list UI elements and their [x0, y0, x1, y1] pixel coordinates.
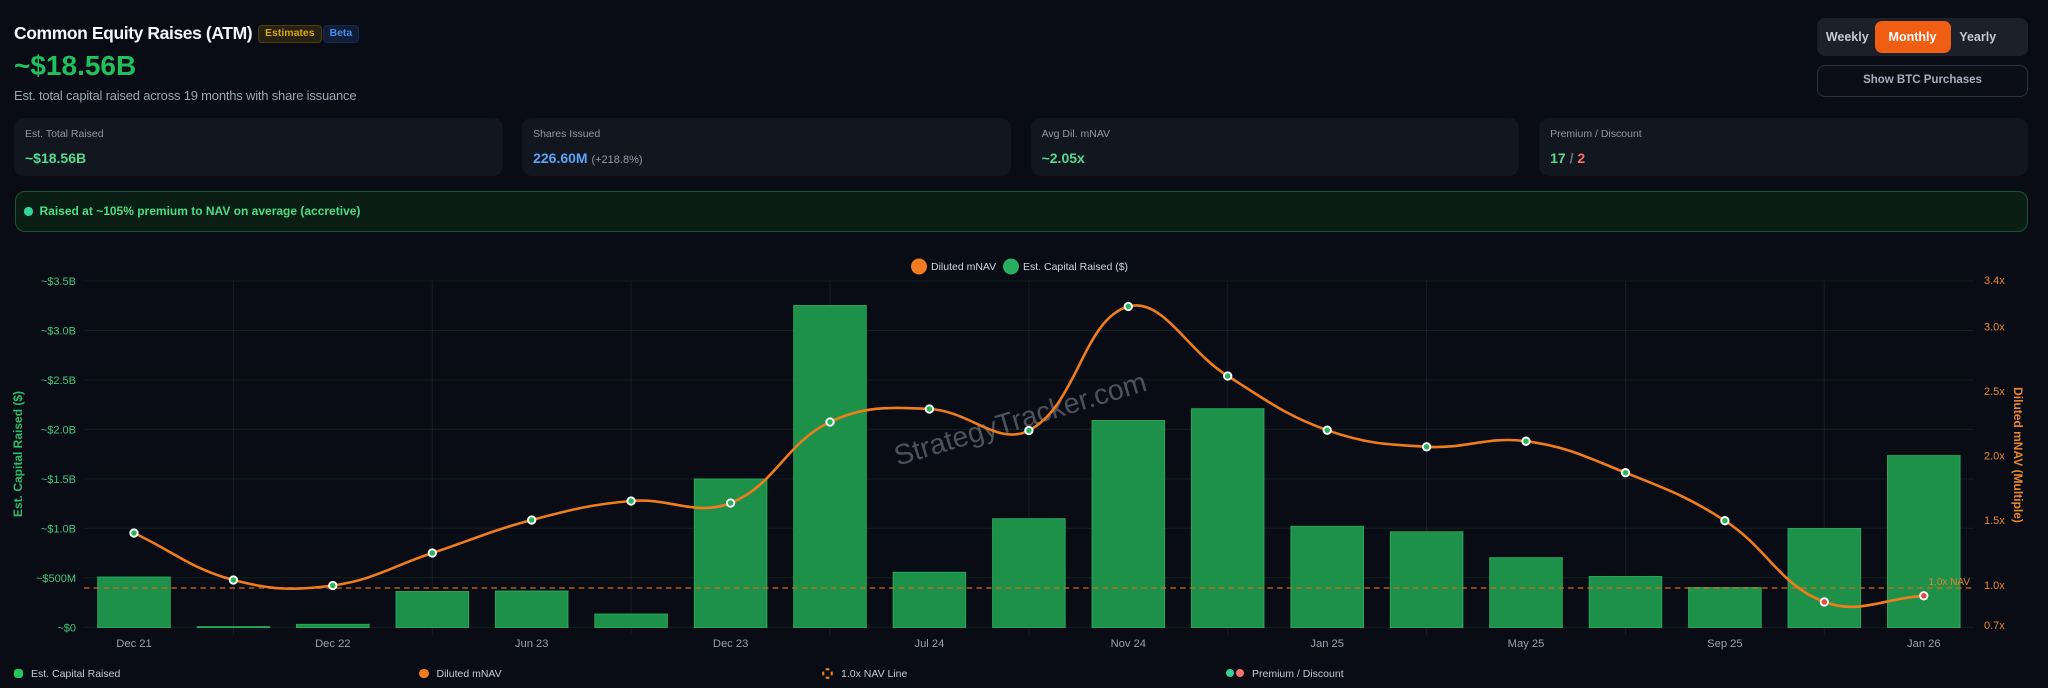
svg-text:2.0x: 2.0x: [1984, 451, 2005, 463]
svg-text:Jan 25: Jan 25: [1310, 638, 1344, 650]
svg-text:Est. Capital Raised ($): Est. Capital Raised ($): [11, 391, 25, 517]
svg-text:2.5x: 2.5x: [1984, 386, 2005, 398]
svg-text:Dec 21: Dec 21: [116, 638, 151, 650]
svg-text:Jul 24: Jul 24: [914, 638, 944, 650]
svg-text:Dec 22: Dec 22: [315, 638, 350, 650]
svg-text:~$1.5B: ~$1.5B: [41, 474, 76, 486]
svg-text:Diluted mNAV (Multiple): Diluted mNAV (Multiple): [2011, 387, 2025, 523]
svg-text:1.0x NAV: 1.0x NAV: [1929, 577, 1971, 588]
svg-text:Dec 23: Dec 23: [713, 638, 748, 650]
svg-text:May 25: May 25: [1508, 638, 1545, 650]
svg-text:~$2.0B: ~$2.0B: [41, 424, 76, 436]
svg-text:Jan 26: Jan 26: [1907, 638, 1941, 650]
svg-text:~$3.0B: ~$3.0B: [41, 326, 76, 338]
svg-text:Diluted mNAV: Diluted mNAV: [931, 261, 996, 273]
svg-text:~$500M: ~$500M: [36, 573, 76, 585]
svg-text:3.4x: 3.4x: [1984, 275, 2005, 287]
svg-text:Sep 25: Sep 25: [1707, 638, 1742, 650]
svg-text:Nov 24: Nov 24: [1111, 638, 1146, 650]
svg-text:~$1.0B: ~$1.0B: [41, 523, 76, 535]
svg-text:~$0: ~$0: [57, 622, 76, 634]
svg-text:~$2.5B: ~$2.5B: [41, 375, 76, 387]
svg-text:0.7x: 0.7x: [1984, 620, 2005, 632]
svg-text:3.0x: 3.0x: [1984, 322, 2005, 334]
svg-text:~$3.5B: ~$3.5B: [41, 276, 76, 288]
svg-text:Jun 23: Jun 23: [515, 638, 549, 650]
svg-text:Est. Capital Raised ($): Est. Capital Raised ($): [1023, 261, 1128, 273]
svg-text:1.0x: 1.0x: [1984, 580, 2005, 592]
svg-text:1.5x: 1.5x: [1984, 515, 2005, 527]
